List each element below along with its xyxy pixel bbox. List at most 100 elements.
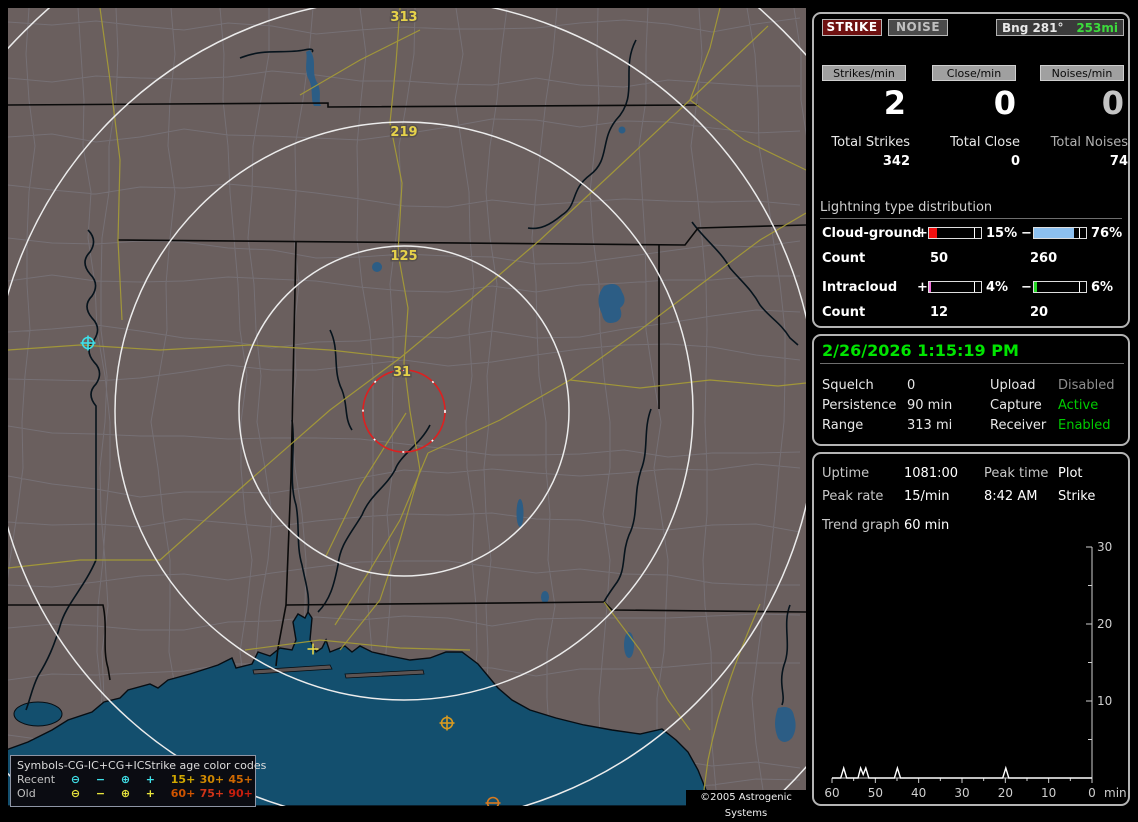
receiver-label: Receiver (990, 418, 1047, 433)
trend-graph: 10 20 30 0 10 20 30 40 50 60 min (824, 540, 1127, 800)
stormvue-window: { "toolbar": { "strike": "STRIKE", "nois… (0, 0, 1138, 819)
age-60: 60+ (170, 787, 196, 800)
cg-count-label: Count (822, 251, 866, 266)
age-45: 45+ (228, 773, 253, 786)
circle-minus-icon: ⊖ (70, 787, 81, 800)
noises-per-min-badge: Noises/min (1040, 65, 1124, 81)
minus-sign: − (1021, 226, 1032, 241)
map-legend: Symbols -CG -IC +CG +IC Strike age color… (10, 755, 266, 807)
legend-symbols-header: Symbols (17, 759, 64, 772)
squelch-value: 0 (907, 378, 916, 393)
total-strikes-label: Total Strikes (831, 135, 910, 150)
cg-negative-count: 260 (1030, 251, 1058, 266)
distribution-title: Lightning type distribution (820, 200, 1122, 219)
ring-label-313: 313 (390, 10, 417, 25)
age-90: 90+ (228, 787, 253, 800)
svg-text:30: 30 (954, 786, 969, 800)
upload-label: Upload (990, 378, 1036, 393)
lake-pontchartrain (13, 701, 63, 727)
intracloud-label: Intracloud (822, 280, 898, 295)
cg-positive-count: 50 (930, 251, 949, 266)
svg-text:0: 0 (1088, 786, 1096, 800)
bearing-value: Bng 281° (1002, 20, 1064, 35)
capture-status: Active (1058, 398, 1099, 413)
ic-positive-bar (928, 281, 982, 293)
plus-icon: + (145, 773, 155, 786)
ring-label-219: 219 (390, 125, 417, 140)
lightning-map[interactable]: 313 219 125 31 Symbols -CG -IC +CG +IC S… (8, 8, 806, 819)
ic-negative-pct: 6% (1091, 280, 1114, 295)
close-per-min-badge: Close/min (932, 65, 1016, 81)
circle-plus-icon: ⊕ (120, 773, 131, 786)
svg-text:40: 40 (911, 786, 926, 800)
ic-count-label: Count (822, 305, 866, 320)
age-30: 30+ (199, 773, 225, 786)
minus-sign: − (1021, 280, 1032, 295)
svg-text:60: 60 (824, 786, 839, 800)
cg-negative-bar (1033, 227, 1087, 239)
ic-positive-pct: 4% (986, 280, 1009, 295)
range-label: Range (822, 418, 864, 433)
legend-col-neg-cg: -CG (63, 759, 84, 772)
distance-value: 253mi (1076, 20, 1118, 35)
svg-text:50: 50 (868, 786, 883, 800)
svg-text:20: 20 (998, 786, 1013, 800)
svg-text:10: 10 (1097, 694, 1112, 708)
plus-sign: + (917, 226, 928, 241)
legend-header-row: Symbols -CG -IC +CG +IC Strike age color… (17, 759, 266, 773)
total-strikes-value: 342 (882, 154, 910, 169)
legend-col-pos-cg: +CG (98, 759, 125, 772)
total-noises-value: 74 (1109, 154, 1128, 169)
minus-icon: − (95, 773, 106, 786)
strikes-per-min-value: 2 (883, 84, 906, 122)
cg-negative-pct: 76% (1091, 226, 1123, 241)
circle-minus-icon: ⊖ (70, 773, 81, 786)
total-close-value: 0 (1010, 154, 1020, 169)
cloud-ground-label: Cloud-ground (822, 226, 922, 241)
svg-text:min: min (1104, 786, 1127, 800)
map-canvas[interactable]: 313 219 125 31 (8, 8, 806, 806)
age-15: 15+ (170, 773, 196, 786)
persistence-value: 90 min (907, 398, 953, 413)
legend-col-neg-ic: -IC (83, 759, 99, 772)
persistence-label: Persistence (822, 398, 897, 413)
counters-panel: STRIKE NOISE Bng 281° 253mi Strikes/min … (812, 12, 1130, 328)
ic-negative-count: 20 (1030, 305, 1049, 320)
noises-per-min-value: 0 (1101, 84, 1124, 122)
legend-recent-row: Recent ⊖ − ⊕ + 15+ 30+ 45+ (17, 773, 255, 787)
ring-label-31: 31 (393, 365, 411, 380)
squelch-label: Squelch (822, 378, 874, 393)
minus-icon: − (95, 787, 106, 800)
svg-text:20: 20 (1097, 617, 1112, 631)
circle-plus-icon: ⊕ (120, 787, 131, 800)
status-panel: 2/26/2026 1:15:19 PM Squelch 0 Upload Di… (812, 334, 1130, 446)
session-panel: Uptime 1081:00 Peak time Plot Peak rate … (812, 452, 1130, 806)
bearing-display: Bng 281° 253mi (996, 19, 1124, 36)
svg-text:30: 30 (1097, 540, 1112, 554)
receiver-status: Enabled (1058, 418, 1111, 433)
cg-positive-pct: 15% (986, 226, 1018, 241)
legend-age-header: Strike age color codes (144, 759, 267, 772)
ic-negative-bar (1033, 281, 1087, 293)
copyright-notice: ©2005 Astrogenic Systems (686, 790, 806, 819)
legend-old-label: Old (17, 787, 36, 800)
close-per-min-value: 0 (993, 84, 1016, 122)
plus-icon: + (145, 787, 155, 800)
ic-positive-count: 12 (930, 305, 949, 320)
strike-toggle-button[interactable]: STRIKE (822, 19, 882, 36)
svg-text:10: 10 (1041, 786, 1056, 800)
legend-col-pos-ic: +IC (124, 759, 145, 772)
upload-status: Disabled (1058, 378, 1115, 393)
cg-positive-bar (928, 227, 982, 239)
datetime-display: 2/26/2026 1:15:19 PM (822, 341, 1019, 360)
plus-sign: + (917, 280, 928, 295)
ring-label-125: 125 (390, 249, 417, 264)
total-close-label: Total Close (950, 135, 1020, 150)
age-75: 75+ (199, 787, 225, 800)
legend-old-row: Old ⊖ − ⊕ + 60+ 75+ 90+ (17, 787, 255, 801)
strikes-per-min-badge: Strikes/min (822, 65, 906, 81)
noise-toggle-button[interactable]: NOISE (888, 19, 948, 36)
total-noises-label: Total Noises (1050, 135, 1128, 150)
legend-recent-label: Recent (17, 773, 56, 786)
capture-label: Capture (990, 398, 1042, 413)
